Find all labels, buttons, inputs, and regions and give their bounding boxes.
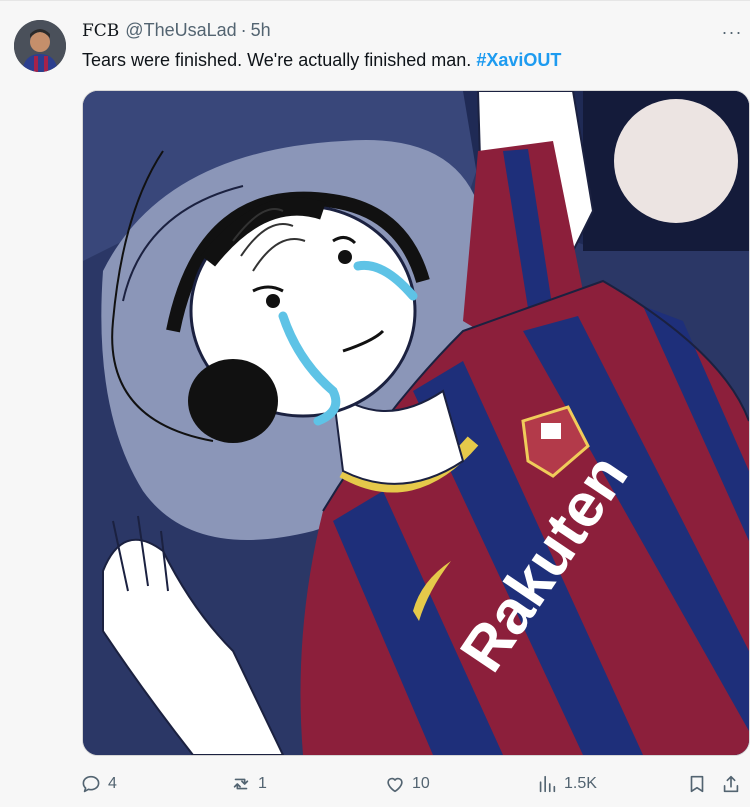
reply-count: 4: [108, 775, 117, 792]
avatar[interactable]: [14, 20, 66, 72]
tweet-time[interactable]: 5h: [251, 20, 271, 41]
author-handle[interactable]: @TheUsaLad: [125, 20, 236, 41]
author-name[interactable]: FCB: [82, 21, 119, 41]
tweet-media-image[interactable]: Rakuten: [82, 90, 750, 756]
tweet-body: Tears were finished. We're actually fini…: [82, 50, 472, 70]
bookmark-button[interactable]: [686, 770, 708, 798]
more-icon[interactable]: ···: [722, 22, 742, 42]
reply-icon: [80, 773, 102, 795]
like-icon: [384, 773, 406, 795]
views-count: 1.5K: [564, 775, 597, 792]
like-button[interactable]: 10: [384, 770, 430, 798]
reply-button[interactable]: 4: [80, 770, 117, 798]
meme-illustration: Rakuten: [83, 91, 749, 755]
top-divider: [0, 0, 750, 1]
repost-icon: [230, 773, 252, 795]
hashtag-link[interactable]: #XaviOUT: [476, 50, 561, 70]
views-button[interactable]: 1.5K: [536, 770, 597, 798]
share-button[interactable]: [720, 770, 742, 798]
tweet-text: Tears were finished. We're actually fini…: [82, 48, 561, 72]
repost-button[interactable]: 1: [230, 770, 267, 798]
bookmark-icon: [686, 773, 708, 795]
views-icon: [536, 773, 558, 795]
like-count: 10: [412, 775, 430, 792]
more-label: ···: [721, 21, 743, 42]
repost-count: 1: [258, 775, 267, 792]
tweet-actions: 4 1 10 1.5K: [80, 770, 748, 798]
separator-dot: ·: [240, 20, 247, 40]
share-icon: [720, 773, 742, 795]
tweet-header: FCB @TheUsaLad · 5h: [82, 20, 271, 44]
